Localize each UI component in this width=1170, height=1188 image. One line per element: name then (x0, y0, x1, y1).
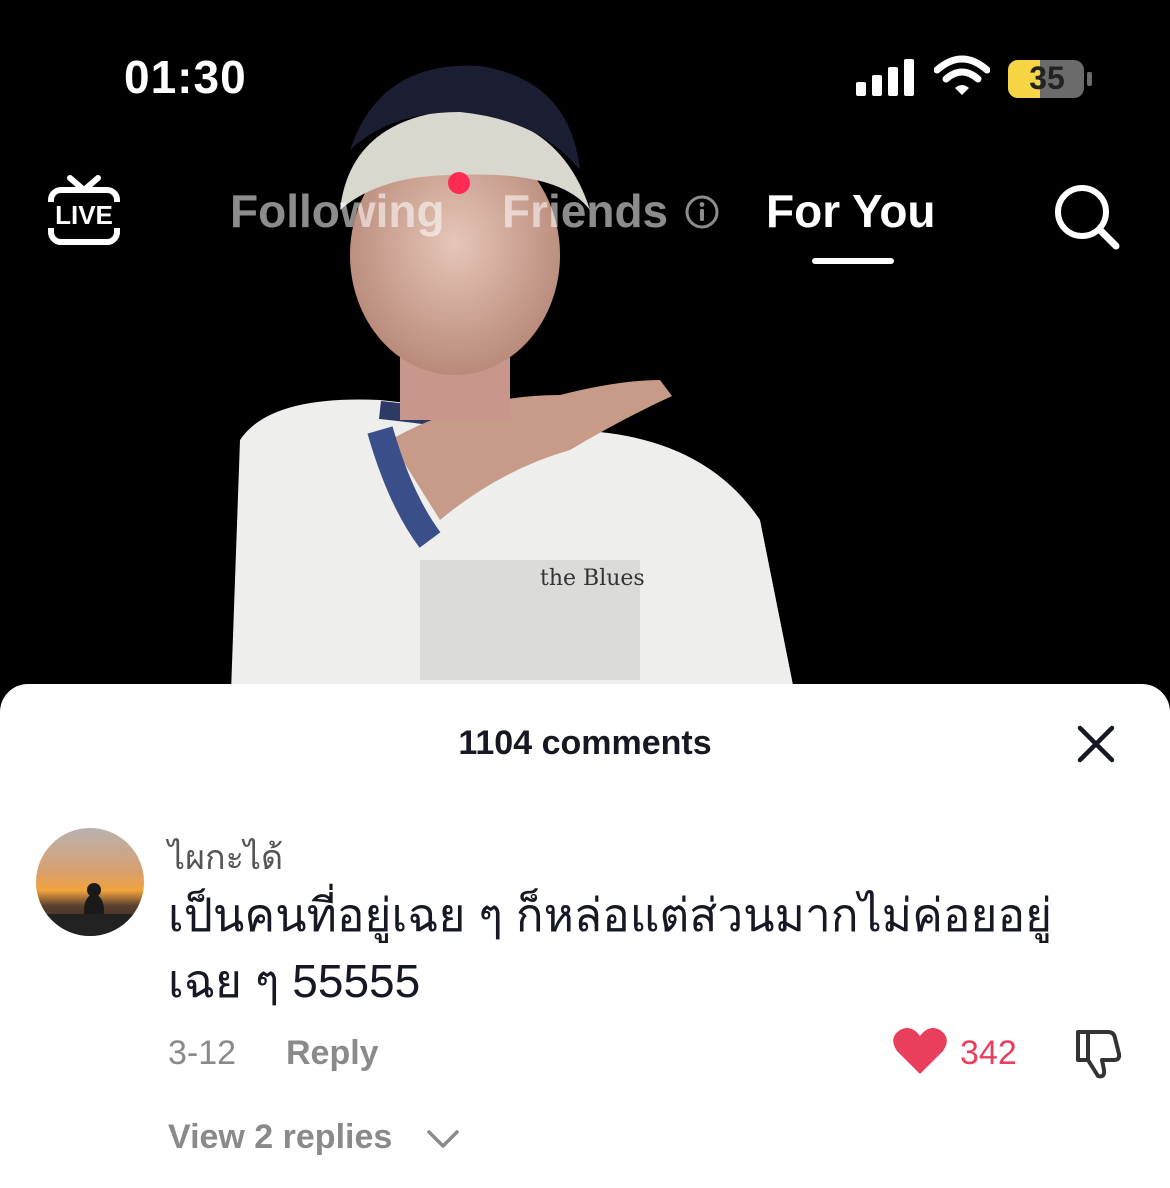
info-icon[interactable] (684, 194, 720, 230)
active-tab-indicator (812, 258, 894, 264)
close-icon[interactable] (1074, 722, 1118, 766)
like-count: 342 (960, 1034, 1017, 1072)
shirt-print-text: the Blues (540, 566, 645, 591)
reply-button[interactable]: Reply (286, 1034, 379, 1073)
status-time: 01:30 (124, 51, 247, 103)
dislike-icon[interactable] (1070, 1024, 1126, 1080)
live-label: LIVE (55, 200, 113, 230)
comments-count-title: 1104 comments (458, 724, 712, 762)
notification-dot (448, 172, 470, 194)
battery-level: 35 (1029, 60, 1065, 96)
comment-username[interactable]: ไผกะได้ (168, 830, 283, 884)
tab-friends[interactable]: Friends (502, 184, 668, 238)
live-tv-icon[interactable]: LIVE (46, 174, 122, 246)
comment-text: เป็นคนที่อยู่เฉย ๆ ก็หล่อแต่ส่วนมากไม่ค่… (168, 889, 1053, 1007)
avatar[interactable] (36, 828, 144, 936)
view-replies-link[interactable]: View 2 replies (168, 1118, 392, 1157)
cellular-signal-icon (856, 59, 914, 96)
status-bar: 01:30 35 (0, 0, 1170, 140)
avatar-image (36, 883, 144, 936)
top-nav: LIVE Following Friends For You (0, 170, 1170, 280)
tab-following[interactable]: Following (230, 184, 445, 238)
tab-for-you[interactable]: For You (766, 184, 936, 238)
wifi-icon (934, 55, 990, 95)
chevron-down-icon[interactable] (426, 1128, 460, 1150)
search-icon[interactable] (1050, 180, 1122, 252)
comments-sheet: 1104 comments ไผกะได้ เป็นคนที่อยู่เฉย ๆ… (0, 684, 1170, 1188)
heart-icon[interactable] (892, 1026, 948, 1076)
comment-date: 3-12 (168, 1034, 237, 1072)
